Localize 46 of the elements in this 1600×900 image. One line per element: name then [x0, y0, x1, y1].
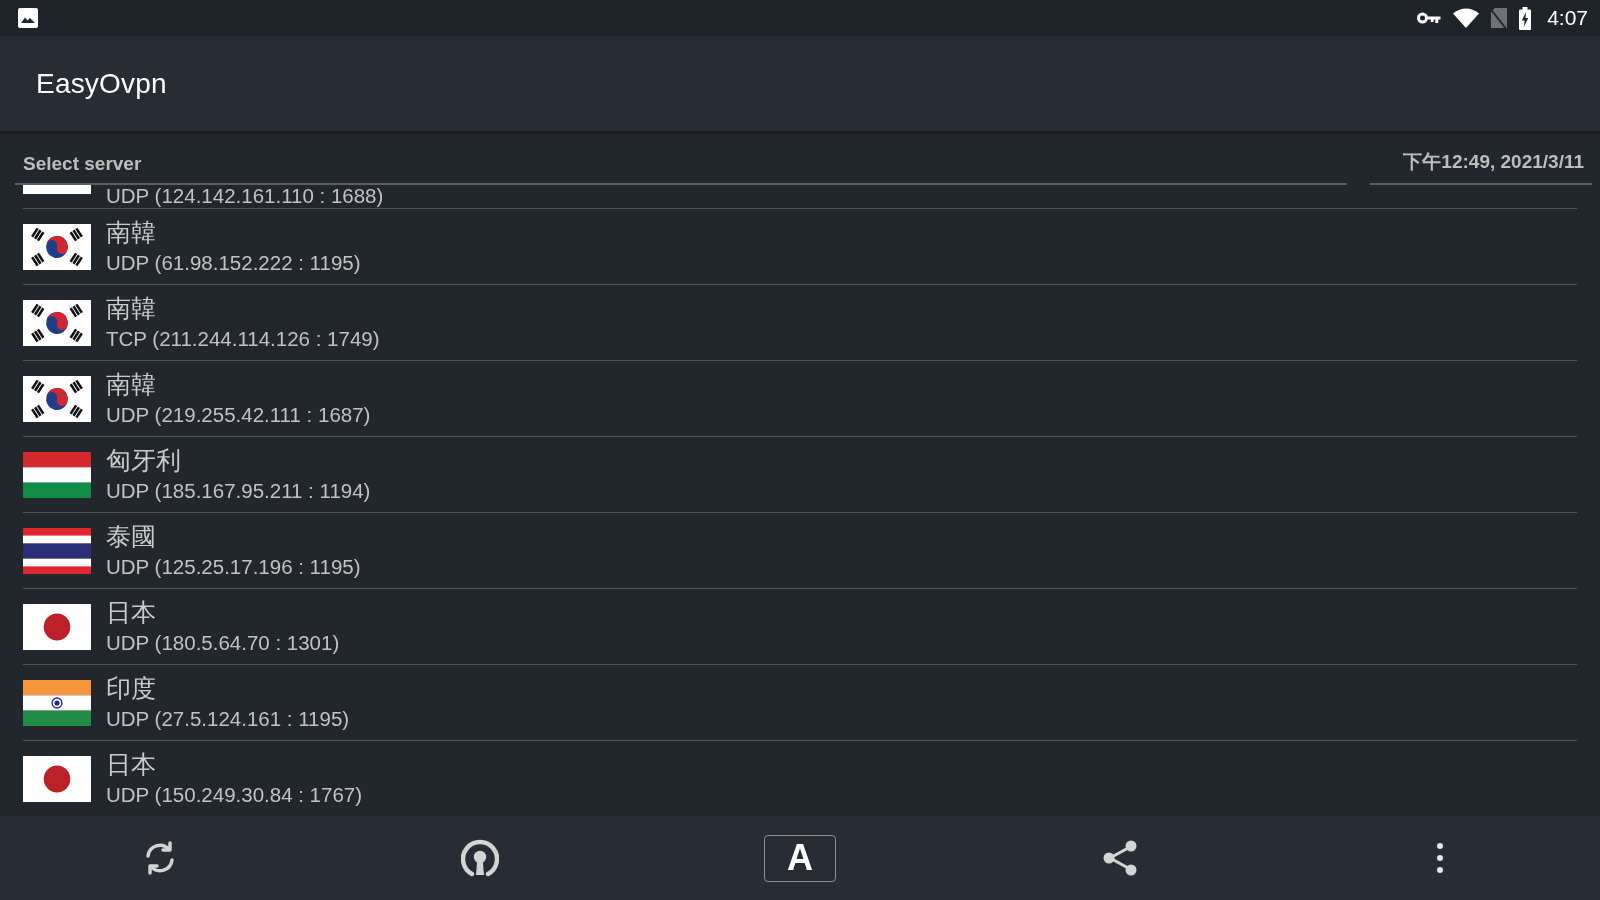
- japan-flag-icon: [23, 603, 91, 650]
- japan-flag-icon: [23, 755, 91, 802]
- server-address: UDP (150.249.30.84 : 1767): [106, 781, 363, 808]
- share-icon: [1103, 840, 1137, 876]
- image-icon: [18, 8, 38, 28]
- south-korea-flag-icon: [23, 299, 91, 346]
- server-list-item[interactable]: UDP (124.142.161.110 : 1688): [23, 185, 1577, 208]
- clock-text: 4:07: [1547, 6, 1588, 30]
- updated-time-text: 下午12:49, 2021/3/11: [1403, 150, 1584, 174]
- list-heading: Select server: [23, 153, 142, 174]
- server-address: UDP (124.142.161.110 : 1688): [106, 186, 384, 205]
- country-name: 日本: [106, 596, 157, 628]
- app-title: EasyOvpn: [36, 67, 167, 100]
- india-flag-icon: [23, 679, 91, 726]
- server-list-item[interactable]: 印度 UDP (27.5.124.161 : 1195): [23, 664, 1577, 740]
- country-name: 泰國: [106, 520, 157, 552]
- country-name: 印度: [106, 672, 157, 704]
- letter-button[interactable]: A: [764, 834, 836, 882]
- south-korea-flag-icon: [23, 223, 91, 270]
- battery-charging-icon: [1519, 6, 1532, 30]
- server-list-item[interactable]: 南韓 TCP (211.244.114.126 : 1749): [23, 284, 1577, 360]
- server-address: UDP (219.255.42.111 : 1687): [106, 401, 371, 428]
- thailand-flag-icon: [23, 527, 91, 574]
- keyhole-ring-icon: [461, 838, 499, 878]
- server-address: TCP (211.244.114.126 : 1749): [106, 325, 380, 352]
- server-list-item[interactable]: 南韓 UDP (61.98.152.222 : 1195): [23, 208, 1577, 284]
- server-address: UDP (125.25.17.196 : 1195): [106, 553, 361, 580]
- server-list-item[interactable]: 日本 UDP (180.5.64.70 : 1301): [23, 588, 1577, 664]
- server-address: UDP (27.5.124.161 : 1195): [106, 705, 350, 732]
- server-address: UDP (185.167.95.211 : 1194): [106, 477, 371, 504]
- country-name: 日本: [106, 748, 157, 780]
- server-list-item[interactable]: 泰國 UDP (125.25.17.196 : 1195): [23, 512, 1577, 588]
- wifi-icon: [1453, 8, 1480, 28]
- no-sim-icon: [1491, 8, 1508, 28]
- more-vertical-icon: [1437, 843, 1443, 873]
- country-name: 匈牙利: [106, 444, 182, 476]
- server-list-item[interactable]: 匈牙利 UDP (185.167.95.211 : 1194): [23, 436, 1577, 512]
- hungary-flag-icon: [23, 451, 91, 498]
- country-name: 南韓: [106, 216, 157, 248]
- country-name: 南韓: [106, 368, 157, 400]
- key-icon: [1417, 12, 1442, 24]
- server-address: UDP (61.98.152.222 : 1195): [106, 249, 361, 276]
- country-name: 南韓: [106, 292, 157, 324]
- server-list-item[interactable]: 南韓 UDP (219.255.42.111 : 1687): [23, 360, 1577, 436]
- server-address: UDP (180.5.64.70 : 1301): [106, 629, 340, 656]
- south-korea-flag-icon: [23, 375, 91, 422]
